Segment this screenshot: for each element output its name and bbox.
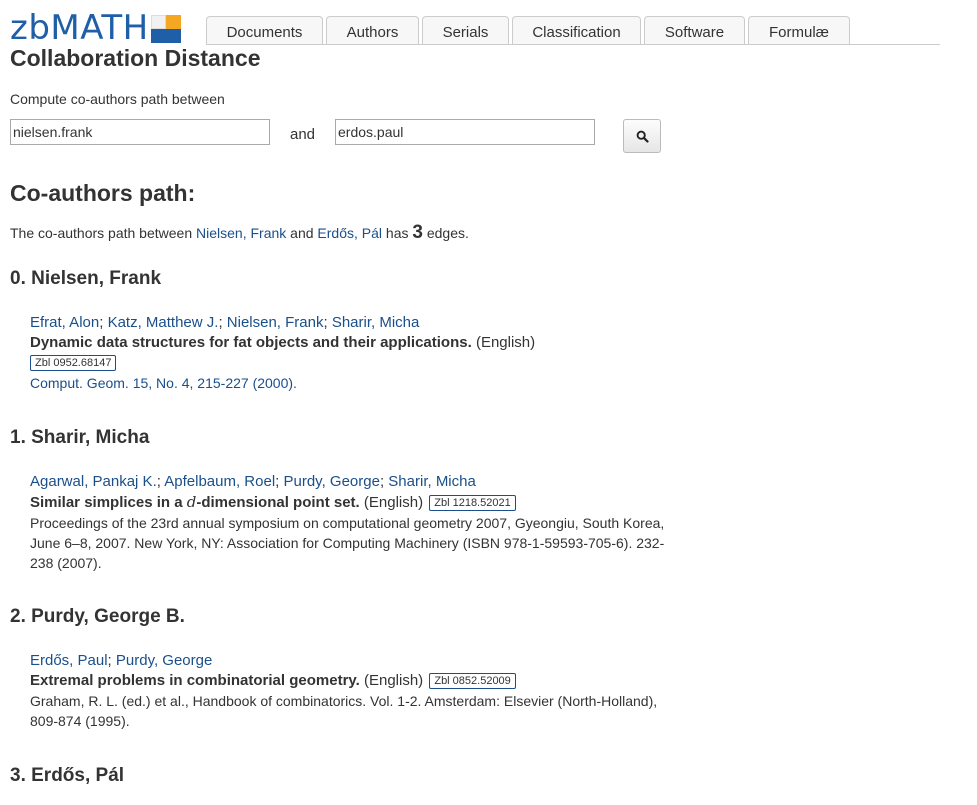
zbmath-logo[interactable]: zbMATH bbox=[10, 10, 181, 46]
paper-title-part: -dimensional point set. bbox=[196, 494, 360, 511]
paper-source-link[interactable]: Comput. Geom. 15, No. 4, 215-227 (2000). bbox=[30, 375, 297, 391]
tab-serials[interactable]: Serials bbox=[422, 16, 509, 44]
paper-language: (English) bbox=[363, 494, 424, 511]
summary-edges-word: edges. bbox=[426, 225, 469, 241]
step-heading: 1. Sharir, Micha bbox=[10, 427, 150, 448]
tab-documents[interactable]: Documents bbox=[206, 16, 323, 44]
author-link[interactable]: Sharir, Micha bbox=[388, 473, 476, 490]
paper-source: Graham, R. L. (ed.) et al., Handbook of … bbox=[30, 693, 658, 729]
paper-entry: Efrat, Alon; Katz, Matthew J.; Nielsen, … bbox=[30, 313, 670, 394]
paper-title-math: d bbox=[186, 493, 197, 511]
paper-authors: Efrat, Alon; Katz, Matthew J.; Nielsen, … bbox=[30, 314, 420, 331]
author-link[interactable]: Katz, Matthew J. bbox=[108, 314, 219, 331]
paper-entry: Agarwal, Pankaj K.; Apfelbaum, Roel; Pur… bbox=[30, 472, 670, 573]
author-link[interactable]: Purdy, George bbox=[116, 652, 212, 669]
author-link[interactable]: Purdy, George bbox=[284, 473, 380, 490]
paper-source: Proceedings of the 23rd annual symposium… bbox=[30, 515, 665, 571]
paper-authors: Erdős, Paul; Purdy, George bbox=[30, 652, 213, 669]
page-title: Collaboration Distance bbox=[10, 45, 261, 71]
paper-title: Dynamic data structures for fat objects … bbox=[30, 334, 472, 351]
zbl-badge[interactable]: Zbl 0852.52009 bbox=[429, 673, 516, 690]
tab-software[interactable]: Software bbox=[644, 16, 745, 44]
paper-language: (English) bbox=[363, 672, 424, 689]
author-link[interactable]: Apfelbaum, Roel bbox=[164, 473, 275, 490]
tab-authors[interactable]: Authors bbox=[326, 16, 419, 44]
form-prompt: Compute co-authors path between bbox=[10, 91, 225, 107]
search-icon bbox=[636, 130, 649, 143]
paper-title: Extremal problems in combinatorial geome… bbox=[30, 672, 360, 689]
author-link[interactable]: Sharir, Micha bbox=[332, 314, 420, 331]
search-button[interactable] bbox=[623, 119, 661, 153]
paper-title-part: Similar simplices in a bbox=[30, 494, 187, 511]
tab-formulae[interactable]: Formulæ bbox=[748, 16, 850, 44]
zbl-badge[interactable]: Zbl 1218.52021 bbox=[429, 495, 516, 512]
summary-and: and bbox=[290, 225, 314, 241]
from-author-link[interactable]: Nielsen, Frank bbox=[196, 225, 286, 241]
and-label: and bbox=[290, 126, 316, 143]
author-from-input[interactable] bbox=[10, 119, 270, 145]
summary-prefix: The co-authors path between bbox=[10, 225, 193, 241]
logo-mark-icon bbox=[150, 15, 181, 43]
to-author-link[interactable]: Erdős, Pál bbox=[317, 225, 382, 241]
step-heading: 0. Nielsen, Frank bbox=[10, 268, 162, 289]
result-heading: Co-authors path: bbox=[10, 180, 196, 206]
summary-has: has bbox=[385, 225, 409, 241]
tab-classification[interactable]: Classification bbox=[512, 16, 641, 44]
author-link[interactable]: Efrat, Alon bbox=[30, 314, 99, 331]
edge-count: 3 bbox=[412, 222, 423, 243]
paper-language: (English) bbox=[475, 334, 536, 351]
step-heading: 2. Purdy, George B. bbox=[10, 606, 185, 627]
main-nav-tabs: Documents Authors Serials Classification… bbox=[206, 16, 853, 44]
paper-title: Similar simplices in a d-dimensional poi… bbox=[30, 493, 360, 511]
author-link[interactable]: Nielsen, Frank bbox=[227, 314, 324, 331]
paper-entry: Erdős, Paul; Purdy, George Extremal prob… bbox=[30, 651, 670, 731]
zbl-badge[interactable]: Zbl 0952.68147 bbox=[30, 355, 117, 372]
tab-divider bbox=[206, 44, 940, 45]
author-link[interactable]: Erdős, Paul bbox=[30, 652, 108, 669]
result-summary: The co-authors path between Nielsen, Fra… bbox=[10, 222, 469, 244]
author-to-input[interactable] bbox=[335, 119, 595, 145]
logo-text: zbMATH bbox=[10, 8, 149, 48]
author-link[interactable]: Agarwal, Pankaj K. bbox=[30, 473, 157, 490]
paper-authors: Agarwal, Pankaj K.; Apfelbaum, Roel; Pur… bbox=[30, 473, 476, 490]
step-heading: 3. Erdős, Pál bbox=[10, 765, 125, 786]
